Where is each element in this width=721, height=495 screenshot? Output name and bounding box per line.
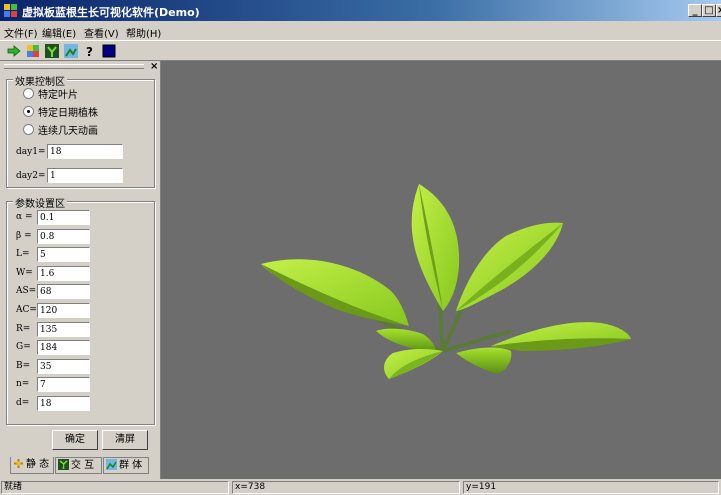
status-bar: 就绪 x=738 y=191 [0, 479, 721, 495]
static-icon [14, 459, 23, 468]
param-field[interactable]: 35 [37, 358, 90, 374]
param-label: α = [16, 212, 33, 222]
param-label: W= [16, 267, 33, 278]
interact-icon [58, 459, 69, 470]
menu-help[interactable]: 帮助(H) [126, 25, 161, 40]
param-label: R= [16, 323, 31, 334]
plant-render [261, 184, 631, 379]
param-group-title: 参数设置区 [13, 195, 67, 210]
day2-label: day2= [16, 171, 46, 181]
param-field[interactable]: 18 [37, 396, 90, 411]
param-label: B= [16, 360, 31, 371]
panel-close-button[interactable]: × [150, 61, 158, 72]
plant-icon[interactable] [45, 44, 59, 58]
radio-button-selected[interactable] [23, 106, 34, 117]
minimize-button[interactable]: _ [688, 4, 702, 17]
render-viewport[interactable] [161, 61, 721, 479]
panel-grip[interactable] [4, 64, 144, 69]
param-label: AC= [16, 305, 37, 315]
radio-button[interactable] [23, 88, 34, 99]
color-icon[interactable] [102, 44, 116, 58]
param-field[interactable]: 120 [37, 303, 90, 318]
radio-specific-date-plant[interactable]: 特定日期植株 [23, 104, 98, 119]
param-label: β = [16, 230, 32, 241]
parameter-group: 参数设置区 α = 0.1 β = 0.8 L= 5 W= 1.6 AS= 68 AC= 120 R= 1… [6, 195, 155, 425]
menu-edit[interactable]: 编辑(E) [42, 25, 76, 40]
param-field[interactable]: 7 [37, 377, 90, 393]
param-label: G= [16, 342, 31, 353]
param-field[interactable]: 68 [37, 284, 90, 300]
day1-field[interactable]: 18 [47, 144, 123, 159]
leaf [411, 184, 460, 311]
menu-bar: 文件(F) 编辑(E) 查看(V) 帮助(H) [0, 21, 721, 40]
param-label: d= [16, 398, 30, 408]
tab-label: 静 态 [26, 459, 50, 470]
param-label: n= [16, 379, 30, 390]
param-label: AS= [16, 286, 37, 297]
radio-label: 连续几天动画 [38, 126, 98, 137]
svg-text:?: ? [86, 45, 93, 58]
tab-static[interactable]: 静 态 [10, 457, 54, 474]
radio-label: 特定叶片 [38, 90, 78, 101]
param-field[interactable]: 0.1 [37, 210, 90, 225]
param-field[interactable]: 5 [37, 247, 90, 263]
leaf [261, 259, 409, 326]
menu-view[interactable]: 查看(V) [84, 25, 119, 40]
param-field[interactable]: 135 [37, 321, 90, 337]
radio-specific-leaf[interactable]: 特定叶片 [23, 86, 78, 101]
tab-group[interactable]: 群 体 [103, 457, 149, 474]
radio-continuous-animation[interactable]: 连续几天动画 [23, 122, 98, 137]
help-icon[interactable]: ? [83, 44, 97, 58]
param-field[interactable]: 1.6 [37, 265, 90, 281]
group-icon [106, 459, 117, 470]
stem [442, 329, 512, 353]
control-panel: × 效果控制区 特定叶片 特定日期植株 连续几天动画 day1= 18 day2… [0, 61, 161, 479]
effect-control-group: 效果控制区 特定叶片 特定日期植株 连续几天动画 day1= 18 day2= … [6, 73, 155, 188]
close-button[interactable]: × [716, 4, 721, 17]
status-y-coordinate: y=191 [463, 481, 719, 494]
image-icon[interactable] [64, 44, 78, 58]
toolbar: ? [0, 40, 721, 61]
status-x-coordinate: x=738 [232, 481, 460, 494]
clear-screen-button[interactable]: 清屏 [102, 430, 148, 450]
param-label: L= [16, 249, 30, 260]
grid-icon[interactable] [26, 44, 40, 58]
maximize-button[interactable]: □ [702, 4, 716, 17]
panel-tabs: 静 态 交 互 群 体 [10, 457, 150, 475]
status-ready: 就绪 [1, 481, 229, 494]
menu-file[interactable]: 文件(F) [4, 25, 38, 40]
arrow-right-icon[interactable] [7, 44, 21, 58]
param-field[interactable]: 184 [37, 340, 90, 356]
radio-label: 特定日期植株 [38, 108, 98, 119]
window-title: 虚拟板蓝根生长可视化软件(Demo) [22, 6, 200, 19]
leaf [456, 347, 512, 374]
day1-label: day1= [16, 147, 46, 157]
tab-label: 交 互 [71, 460, 95, 471]
tab-interact[interactable]: 交 互 [55, 457, 102, 474]
param-field[interactable]: 0.8 [37, 228, 90, 244]
tab-label: 群 体 [119, 460, 143, 471]
day2-field[interactable]: 1 [47, 168, 123, 183]
confirm-button[interactable]: 确定 [52, 430, 98, 450]
radio-button[interactable] [23, 124, 34, 135]
app-icon [4, 4, 17, 17]
title-bar: 虚拟板蓝根生长可视化软件(Demo) _ □ × [0, 0, 721, 21]
